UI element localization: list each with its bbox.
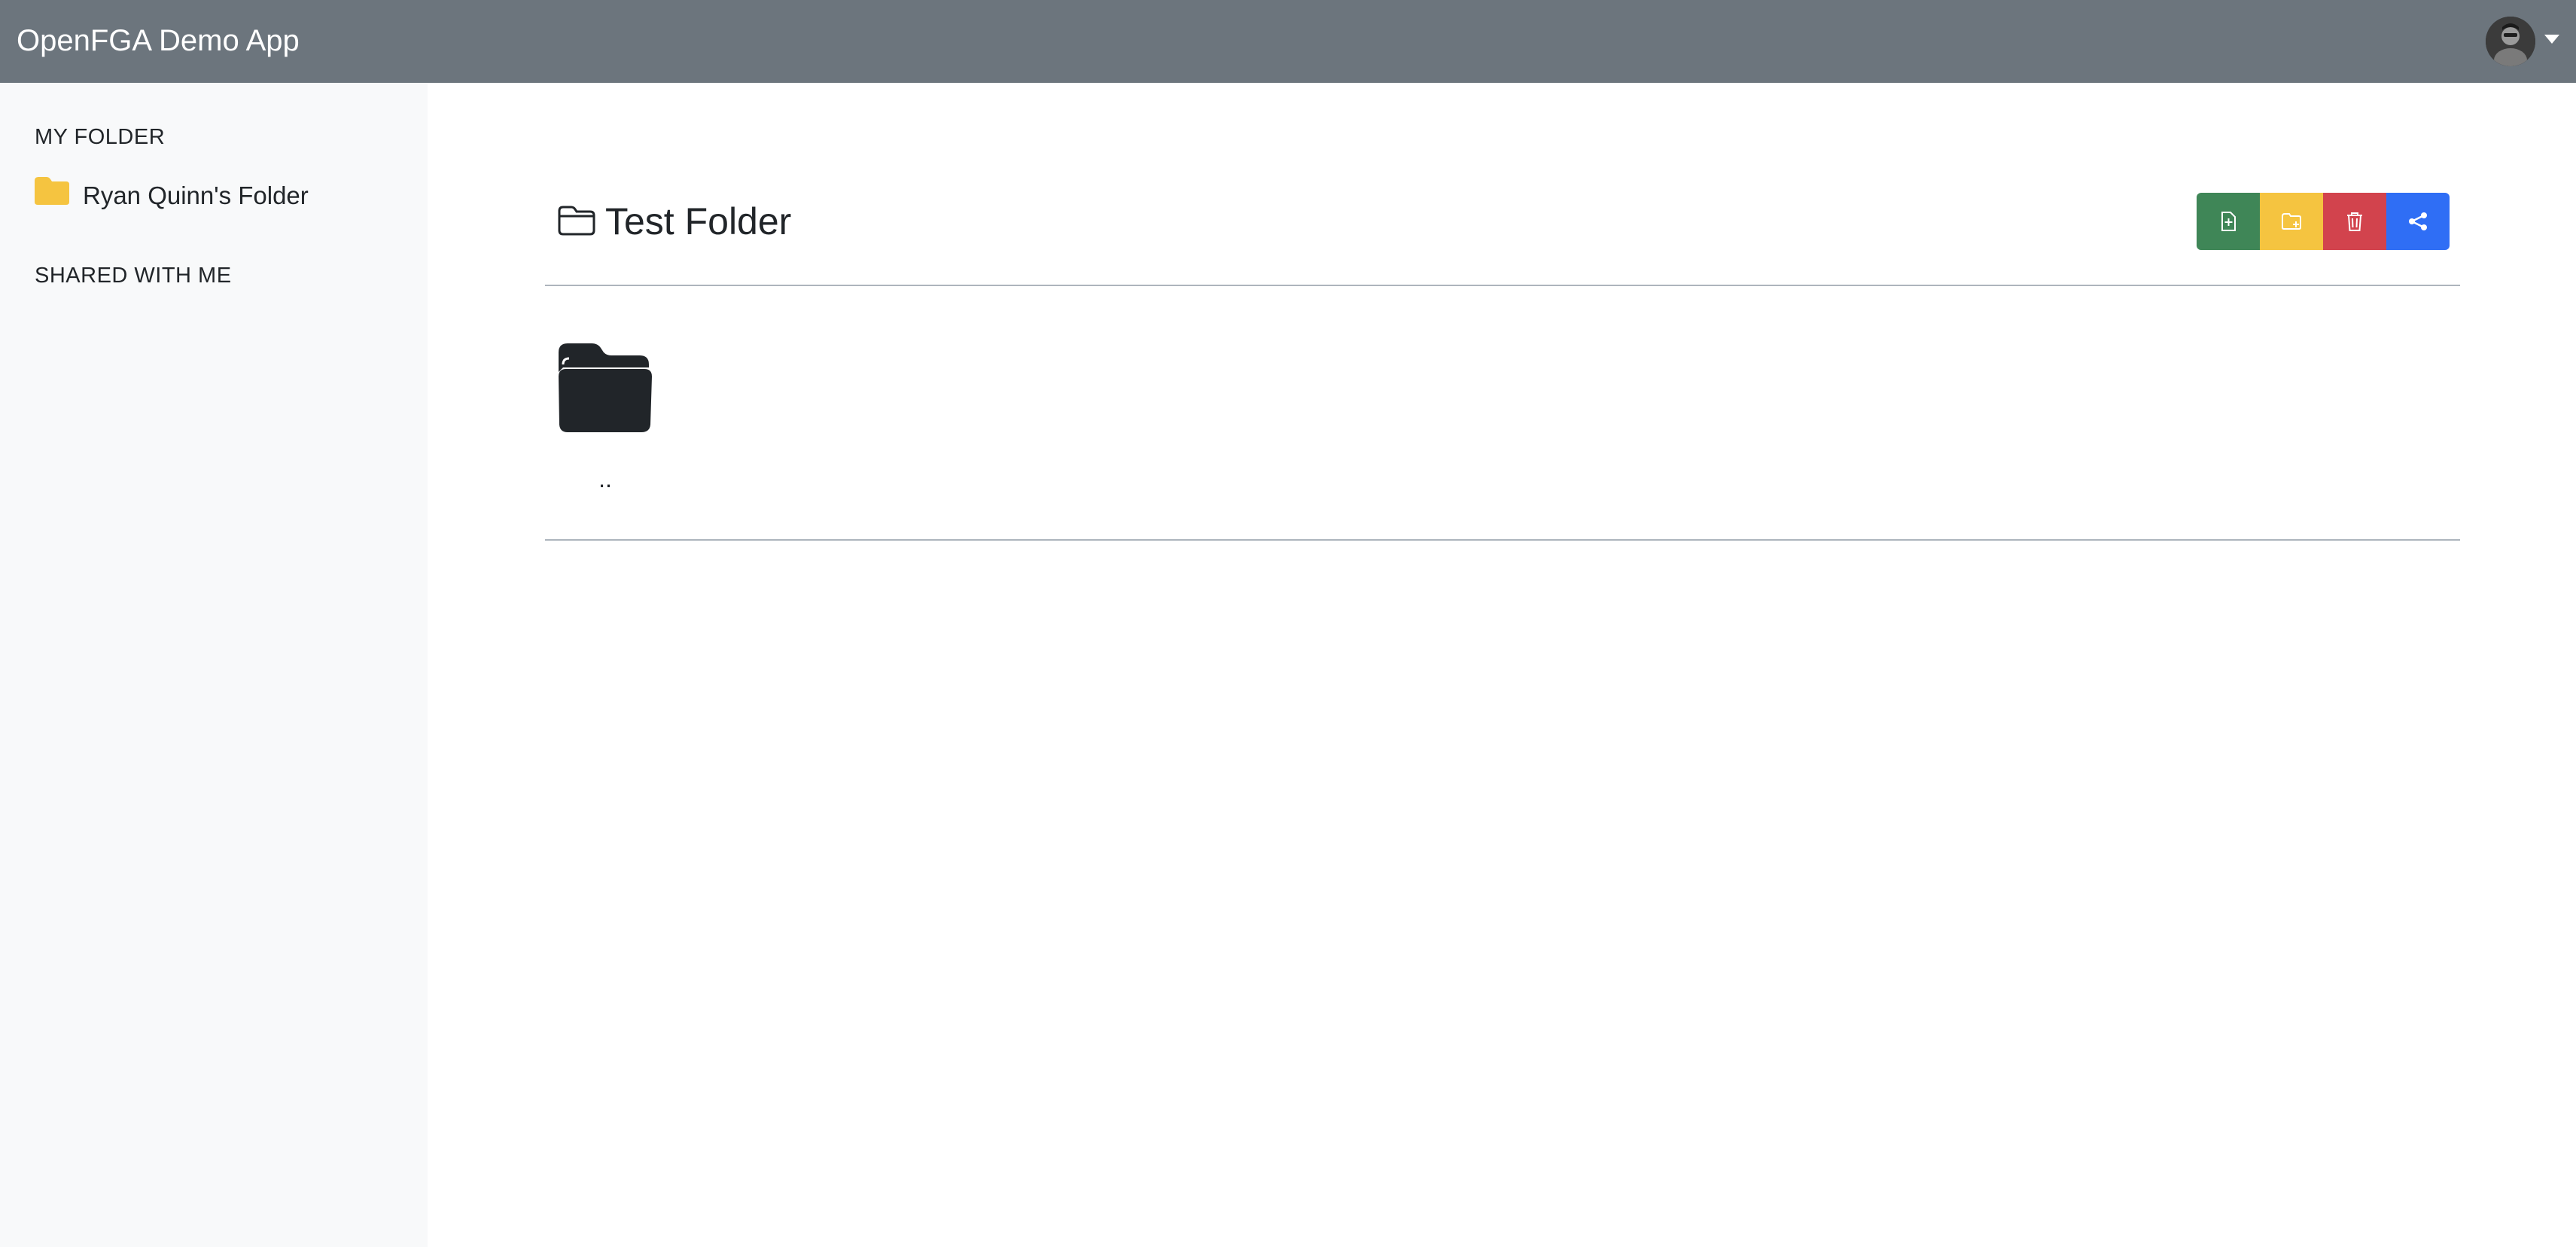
main-content: Test Folder .. <box>428 83 2576 1247</box>
new-file-button[interactable] <box>2197 193 2260 250</box>
page-title: Test Folder <box>605 200 792 242</box>
header-divider <box>545 285 2460 286</box>
folder-plus-icon <box>2282 213 2301 230</box>
my-folder-heading: MY FOLDER <box>35 125 166 149</box>
parent-folder-entry[interactable]: .. <box>557 342 656 508</box>
page-header: Test Folder <box>557 191 791 252</box>
folder-outline-icon <box>558 206 595 236</box>
folder-actions-toolbar <box>2197 193 2450 250</box>
user-avatar-icon <box>2486 17 2535 66</box>
content-divider <box>545 539 2460 541</box>
sidebar-item-my-folder[interactable]: Ryan Quinn's Folder <box>33 175 410 217</box>
sidebar: MY FOLDER Ryan Quinn's Folder SHARED WIT… <box>0 83 428 1247</box>
trash-icon <box>2347 212 2362 231</box>
top-navbar: OpenFGA Demo App <box>0 0 2576 83</box>
folder-fill-icon <box>559 343 652 432</box>
file-plus-icon <box>2221 212 2236 231</box>
new-folder-button[interactable] <box>2260 193 2323 250</box>
brand-link[interactable]: OpenFGA Demo App <box>17 20 300 62</box>
folder-fill-icon <box>35 177 69 205</box>
delete-button[interactable] <box>2323 193 2386 250</box>
caret-down-icon <box>2544 35 2559 44</box>
user-menu-toggle[interactable] <box>2483 15 2561 68</box>
sidebar-item-label: Ryan Quinn's Folder <box>83 181 309 209</box>
share-icon <box>2409 212 2427 230</box>
folder-entry-label: .. <box>598 465 612 492</box>
share-button[interactable] <box>2386 193 2450 250</box>
shared-with-me-heading: SHARED WITH ME <box>35 264 232 288</box>
